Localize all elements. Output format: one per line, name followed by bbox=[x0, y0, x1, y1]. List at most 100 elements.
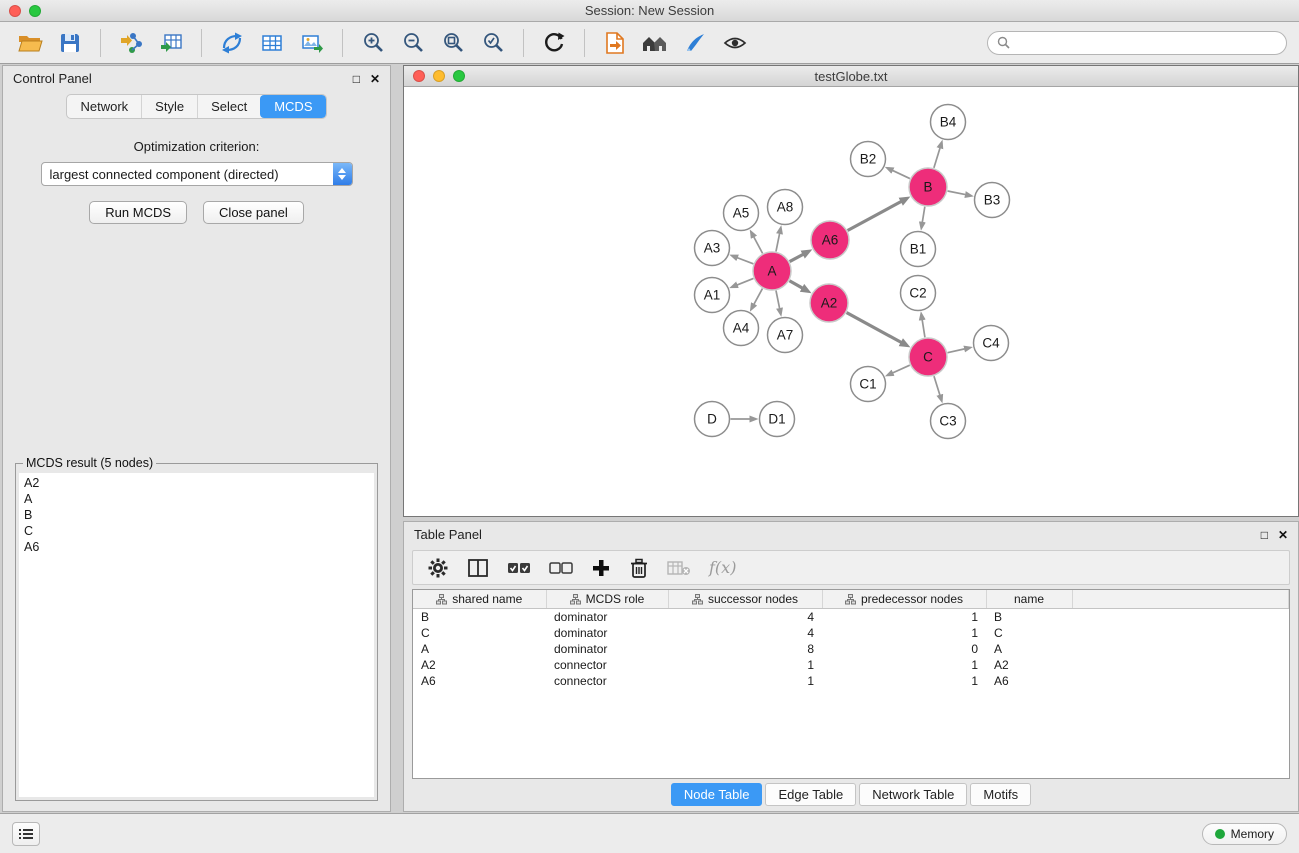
save-session-button[interactable] bbox=[52, 27, 88, 59]
table-row[interactable]: Cdominator41C bbox=[413, 625, 1289, 641]
zoom-traffic-light[interactable] bbox=[453, 70, 465, 82]
graph-node[interactable]: A8 bbox=[768, 190, 803, 225]
task-history-button[interactable] bbox=[12, 822, 40, 846]
search-input[interactable] bbox=[1015, 36, 1277, 50]
graph-edge[interactable] bbox=[934, 147, 940, 168]
tab-node-table[interactable]: Node Table bbox=[671, 783, 763, 806]
close-panel-button[interactable]: Close panel bbox=[203, 201, 304, 224]
table-cell[interactable]: 1 bbox=[822, 609, 986, 626]
result-item[interactable]: B bbox=[24, 507, 369, 523]
tab-network[interactable]: Network bbox=[67, 95, 141, 118]
graph-node[interactable]: A5 bbox=[724, 196, 759, 231]
first-neighbors-button[interactable] bbox=[637, 27, 673, 59]
column-header[interactable]: MCDS role bbox=[546, 590, 668, 609]
mcds-result-list[interactable]: A2ABCA6 bbox=[19, 473, 374, 797]
show-columns-button[interactable] bbox=[467, 558, 489, 578]
table-cell[interactable]: 8 bbox=[668, 641, 822, 657]
graph-edge[interactable] bbox=[892, 170, 910, 178]
tab-motifs[interactable]: Motifs bbox=[970, 783, 1031, 806]
column-header[interactable]: shared name bbox=[413, 590, 546, 609]
table-cell[interactable]: A bbox=[986, 641, 1072, 657]
graph-edge[interactable] bbox=[922, 207, 925, 223]
optimization-criterion-dropdown[interactable]: largest connected component (directed) bbox=[41, 162, 353, 186]
graph-node[interactable]: A1 bbox=[695, 278, 730, 313]
table-row[interactable]: A2connector11A2 bbox=[413, 657, 1289, 673]
function-builder-button[interactable]: f(x) bbox=[709, 558, 736, 577]
import-network-from-file-button[interactable] bbox=[113, 27, 149, 59]
table-cell[interactable]: dominator bbox=[546, 625, 668, 641]
new-table-button[interactable] bbox=[254, 27, 290, 59]
table-cell[interactable]: A2 bbox=[413, 657, 546, 673]
table-cell[interactable]: A6 bbox=[413, 673, 546, 689]
table-cell[interactable]: 1 bbox=[822, 673, 986, 689]
delete-column-button[interactable] bbox=[629, 557, 649, 579]
graph-edge[interactable] bbox=[776, 291, 780, 309]
close-panel-icon[interactable]: ✕ bbox=[1278, 529, 1288, 541]
graph-node[interactable]: A7 bbox=[768, 318, 803, 353]
apply-layout-button[interactable] bbox=[536, 27, 572, 59]
run-mcds-button[interactable]: Run MCDS bbox=[89, 201, 187, 224]
export-image-button[interactable] bbox=[294, 27, 330, 59]
graph-node[interactable]: A2 bbox=[810, 284, 848, 322]
graph-node[interactable]: C bbox=[909, 338, 947, 376]
float-panel-icon[interactable]: □ bbox=[353, 73, 360, 85]
zoom-fit-button[interactable] bbox=[435, 27, 471, 59]
new-network-button[interactable] bbox=[214, 27, 250, 59]
column-header[interactable]: name bbox=[986, 590, 1072, 609]
graph-edge[interactable] bbox=[776, 233, 780, 251]
zoom-out-button[interactable] bbox=[395, 27, 431, 59]
network-window-titlebar[interactable]: testGlobe.txt bbox=[404, 66, 1298, 87]
network-canvas[interactable]: B4B2BB3A5A8A6A3B1AC2A1A2A4A7C4CC1C3DD1 bbox=[404, 87, 1298, 516]
graph-node[interactable]: B2 bbox=[851, 142, 886, 177]
open-file-button[interactable] bbox=[597, 27, 633, 59]
table-cell[interactable]: 1 bbox=[668, 657, 822, 673]
table-cell[interactable]: A2 bbox=[986, 657, 1072, 673]
graph-node[interactable]: C3 bbox=[931, 404, 966, 439]
zoom-in-button[interactable] bbox=[355, 27, 391, 59]
table-cell[interactable]: 1 bbox=[822, 625, 986, 641]
table-cell[interactable]: connector bbox=[546, 657, 668, 673]
graph-edge[interactable] bbox=[754, 289, 763, 305]
zoom-selected-button[interactable] bbox=[475, 27, 511, 59]
tab-mcds[interactable]: MCDS bbox=[260, 95, 325, 118]
table-cell[interactable]: C bbox=[986, 625, 1072, 641]
graph-edge[interactable] bbox=[848, 201, 902, 230]
graph-node[interactable]: A4 bbox=[724, 311, 759, 346]
graph-node[interactable]: B3 bbox=[975, 183, 1010, 218]
result-item[interactable]: A6 bbox=[24, 539, 369, 555]
close-traffic-light[interactable] bbox=[9, 5, 21, 17]
close-traffic-light[interactable] bbox=[413, 70, 425, 82]
paint-style-button[interactable] bbox=[677, 27, 713, 59]
open-session-button[interactable] bbox=[12, 27, 48, 59]
table-cell[interactable]: dominator bbox=[546, 609, 668, 626]
table-cell[interactable]: dominator bbox=[546, 641, 668, 657]
deselect-all-button[interactable] bbox=[549, 561, 573, 575]
graph-node[interactable]: A bbox=[753, 252, 791, 290]
table-cell[interactable]: A bbox=[413, 641, 546, 657]
column-header[interactable]: predecessor nodes bbox=[822, 590, 986, 609]
graph-node[interactable]: B4 bbox=[931, 105, 966, 140]
select-all-button[interactable] bbox=[507, 561, 531, 575]
graph-edge[interactable] bbox=[790, 254, 804, 261]
minimize-traffic-light[interactable] bbox=[433, 70, 445, 82]
create-column-button[interactable] bbox=[591, 558, 611, 578]
graph-node[interactable]: C4 bbox=[974, 326, 1009, 361]
graph-edge[interactable] bbox=[753, 236, 762, 253]
table-row[interactable]: A6connector11A6 bbox=[413, 673, 1289, 689]
graph-edge[interactable] bbox=[892, 365, 910, 373]
table-cell[interactable]: connector bbox=[546, 673, 668, 689]
graph-node[interactable]: B1 bbox=[901, 232, 936, 267]
show-hide-button[interactable] bbox=[717, 27, 753, 59]
result-item[interactable]: A bbox=[24, 491, 369, 507]
import-table-from-file-button[interactable] bbox=[153, 27, 189, 59]
table-cell[interactable]: B bbox=[986, 609, 1072, 626]
graph-node[interactable]: C1 bbox=[851, 367, 886, 402]
graph-edge[interactable] bbox=[922, 319, 925, 337]
tab-edge-table[interactable]: Edge Table bbox=[765, 783, 856, 806]
graph-node[interactable]: A6 bbox=[811, 221, 849, 259]
graph-edge[interactable] bbox=[847, 313, 902, 343]
table-cell[interactable]: 0 bbox=[822, 641, 986, 657]
result-item[interactable]: C bbox=[24, 523, 369, 539]
graph-node[interactable]: A3 bbox=[695, 231, 730, 266]
result-item[interactable]: A2 bbox=[24, 475, 369, 491]
